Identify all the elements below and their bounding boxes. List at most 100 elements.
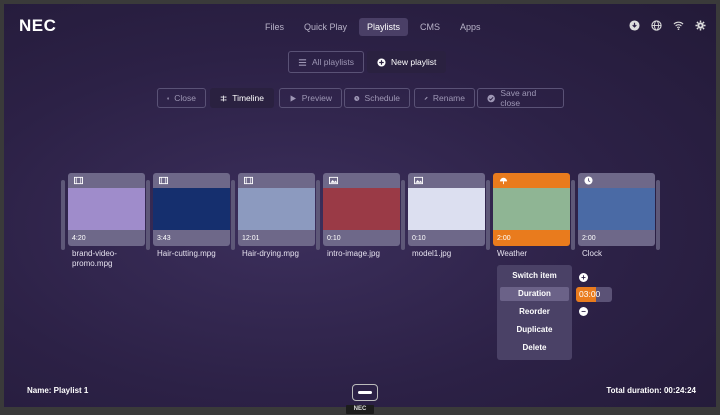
preview-label: Preview bbox=[301, 93, 332, 103]
item-thumbnail bbox=[578, 188, 655, 230]
item-name: intro-image.jpg bbox=[327, 249, 380, 259]
item-duration: 2:00 bbox=[582, 235, 596, 242]
item-thumbnail bbox=[68, 188, 145, 230]
drop-slot[interactable] bbox=[571, 180, 575, 250]
playlist-item-card[interactable]: 4:20 bbox=[68, 173, 145, 246]
duration-input[interactable]: 03:00 bbox=[576, 287, 612, 302]
tab-apps[interactable]: Apps bbox=[452, 18, 489, 36]
gear-icon[interactable] bbox=[695, 20, 706, 31]
item-name: Weather bbox=[497, 249, 527, 259]
item-duration: 12:01 bbox=[242, 235, 260, 242]
pencil-icon bbox=[424, 96, 428, 100]
timeline-label: Timeline bbox=[232, 93, 264, 103]
tab-cms[interactable]: CMS bbox=[412, 18, 448, 36]
item-thumbnail bbox=[153, 188, 230, 230]
drop-slot[interactable] bbox=[146, 180, 150, 250]
item-duration: 2:00 bbox=[497, 235, 511, 242]
globe-icon[interactable] bbox=[651, 20, 662, 31]
item-duration: 3:43 bbox=[157, 235, 171, 242]
card-header bbox=[238, 173, 315, 188]
playlist-item-card[interactable]: 0:10 bbox=[408, 173, 485, 246]
rename-label: Rename bbox=[432, 93, 465, 103]
wifi-icon[interactable] bbox=[673, 20, 684, 31]
item-name-line: intro-image.jpg bbox=[327, 249, 380, 258]
all-playlists-button[interactable]: All playlists bbox=[288, 51, 365, 73]
schedule-button[interactable]: Schedule bbox=[344, 88, 410, 108]
timeline-button[interactable]: Timeline bbox=[210, 88, 274, 108]
item-name-line: Clock bbox=[582, 249, 603, 258]
increase-duration-button[interactable]: + bbox=[579, 273, 588, 282]
tab-quick-play[interactable]: Quick Play bbox=[296, 18, 355, 36]
item-duration: 4:20 bbox=[72, 235, 86, 242]
item-name-line: Hair-cutting.mpg bbox=[157, 249, 216, 258]
context-menu: Switch item Duration Reorder Duplicate D… bbox=[497, 265, 572, 360]
playlist-item-card[interactable]: 3:43 bbox=[153, 173, 230, 246]
item-name-line: model1.jpg bbox=[412, 249, 452, 258]
card-header bbox=[323, 173, 400, 188]
playlist-item-card[interactable]: 2:00 bbox=[493, 173, 570, 246]
system-icons bbox=[629, 20, 706, 31]
item-name-line: Weather bbox=[497, 249, 528, 258]
total-duration: Total duration: 00:24:24 bbox=[606, 386, 696, 395]
item-duration: 0:10 bbox=[327, 235, 341, 242]
preview-button[interactable]: Preview bbox=[279, 88, 342, 108]
item-name-line: brand-video- bbox=[72, 249, 117, 258]
timeline-icon bbox=[220, 95, 227, 101]
clock-icon bbox=[354, 95, 360, 101]
play-icon bbox=[290, 94, 296, 102]
item-name: Hair-drying.mpg bbox=[242, 249, 299, 259]
menu-item-duplicate[interactable]: Duplicate bbox=[500, 323, 569, 337]
drop-slot[interactable] bbox=[316, 180, 320, 250]
menu-item-switch-item[interactable]: Switch item bbox=[500, 269, 569, 283]
drop-slot[interactable] bbox=[231, 180, 235, 250]
tab-files[interactable]: Files bbox=[257, 18, 292, 36]
playlist-item-card[interactable]: 2:00 bbox=[578, 173, 655, 246]
close-circle-icon bbox=[167, 96, 170, 100]
item-thumbnail bbox=[323, 188, 400, 230]
bezel-logo: NEC bbox=[346, 405, 374, 414]
item-thumbnail bbox=[408, 188, 485, 230]
item-name: Hair-cutting.mpg bbox=[157, 249, 216, 259]
list-icon bbox=[298, 58, 307, 66]
plus-circle-icon bbox=[377, 57, 386, 67]
schedule-label: Schedule bbox=[364, 93, 400, 103]
drop-slot[interactable] bbox=[656, 180, 660, 250]
item-name: model1.jpg bbox=[412, 249, 451, 259]
card-header bbox=[153, 173, 230, 188]
menu-item-delete[interactable]: Delete bbox=[500, 341, 569, 355]
item-name: Clock bbox=[582, 249, 602, 259]
menu-item-duration[interactable]: Duration bbox=[500, 287, 569, 301]
brand-logo: NEC bbox=[19, 16, 57, 35]
rename-button[interactable]: Rename bbox=[414, 88, 475, 108]
item-name-line: Hair-drying.mpg bbox=[242, 249, 299, 258]
playlist-item-card[interactable]: 0:10 bbox=[323, 173, 400, 246]
card-header bbox=[493, 173, 570, 188]
item-duration: 0:10 bbox=[412, 235, 426, 242]
screen: NEC Files Quick Play Playlists CMS Apps … bbox=[4, 4, 716, 407]
tab-playlists[interactable]: Playlists bbox=[359, 18, 409, 36]
duration-value: 03:00 bbox=[579, 289, 601, 299]
card-header bbox=[68, 173, 145, 188]
close-label: Close bbox=[174, 93, 196, 103]
new-playlist-button[interactable]: New playlist bbox=[367, 51, 447, 73]
item-thumbnail bbox=[238, 188, 315, 230]
item-name: brand-video-promo.mpg bbox=[72, 249, 117, 269]
download-icon[interactable] bbox=[629, 20, 640, 31]
menu-bar-icon bbox=[358, 391, 372, 394]
save-and-close-label: Save and close bbox=[500, 88, 537, 108]
playlist-item-card[interactable]: 12:01 bbox=[238, 173, 315, 246]
decrease-duration-button[interactable]: − bbox=[579, 307, 588, 316]
save-and-close-button[interactable]: Save and close bbox=[477, 88, 564, 108]
menu-item-reorder[interactable]: Reorder bbox=[500, 305, 569, 319]
card-header bbox=[408, 173, 485, 188]
drop-slot[interactable] bbox=[401, 180, 405, 250]
playlist-name: Name: Playlist 1 bbox=[27, 386, 89, 395]
item-name-line: promo.mpg bbox=[72, 259, 113, 268]
all-playlists-label: All playlists bbox=[312, 57, 355, 67]
card-header bbox=[578, 173, 655, 188]
close-button[interactable]: Close bbox=[157, 88, 206, 108]
drop-slot[interactable] bbox=[61, 180, 65, 250]
drop-slot[interactable] bbox=[486, 180, 490, 250]
item-thumbnail bbox=[493, 188, 570, 230]
menu-toggle-button[interactable] bbox=[352, 384, 378, 401]
